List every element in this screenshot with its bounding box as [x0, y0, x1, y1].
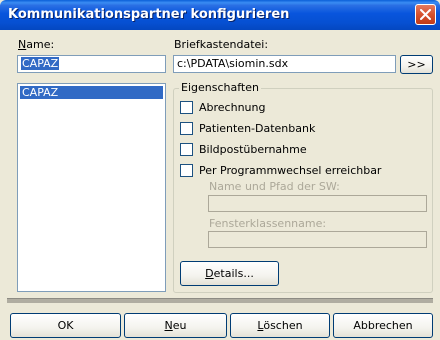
- name-label-mnemonic: N: [18, 38, 27, 51]
- new-mnemonic: N: [164, 319, 173, 332]
- program-switch-checkbox-label: Per Programmwechsel erreichbar: [199, 164, 382, 177]
- list-item[interactable]: CAPAZ: [20, 86, 163, 99]
- close-button[interactable]: [415, 4, 436, 25]
- cancel-button-label: Abbrechen: [353, 319, 413, 332]
- name-label: Name:: [18, 38, 54, 51]
- list-item-label: CAPAZ: [22, 86, 59, 99]
- mailbox-file-input[interactable]: c:\PDATA\siomin.sdx: [173, 55, 396, 73]
- mailbox-file-label: Briefkastendatei:: [174, 38, 269, 51]
- billing-checkbox-label: Abrechnung: [199, 101, 266, 114]
- checkbox-program-switch[interactable]: Per Programmwechsel erreichbar: [180, 164, 381, 177]
- delete-button[interactable]: Löschen: [230, 313, 330, 338]
- name-label-text: ame:: [26, 38, 55, 51]
- new-button-label: Neu: [165, 319, 187, 332]
- billing-checkbox-box[interactable]: [180, 101, 193, 114]
- checkbox-billing[interactable]: Abrechnung: [180, 101, 265, 114]
- checkbox-image-mail-import[interactable]: Bildpostübernahme: [180, 143, 307, 156]
- properties-group-title: Eigenschaften: [179, 81, 261, 94]
- patient-database-checkbox-box[interactable]: [180, 122, 193, 135]
- new-button[interactable]: Neu: [124, 313, 227, 338]
- partner-list[interactable]: CAPAZ: [17, 83, 166, 292]
- ok-button[interactable]: OK: [10, 313, 121, 338]
- browse-button[interactable]: >>: [400, 55, 433, 74]
- cancel-button[interactable]: Abbrechen: [333, 313, 433, 338]
- program-switch-checkbox-box[interactable]: [180, 164, 193, 177]
- name-input[interactable]: CAPAZ: [17, 55, 166, 73]
- mailbox-file-value: c:\PDATA\siomin.sdx: [177, 57, 289, 70]
- close-icon: [420, 9, 431, 20]
- delete-button-label: Löschen: [257, 319, 302, 332]
- name-input-value: CAPAZ: [21, 57, 60, 70]
- details-button-label: Details...: [205, 267, 254, 280]
- browse-button-label: >>: [407, 58, 426, 71]
- ok-button-label: OK: [57, 319, 74, 332]
- window-title: Kommunikationspartner konfigurieren: [8, 7, 290, 22]
- details-mnemonic: D: [205, 267, 214, 280]
- title-bar[interactable]: Kommunikationspartner konfigurieren: [0, 0, 440, 30]
- details-button[interactable]: Details...: [180, 261, 279, 286]
- separator: [7, 298, 433, 303]
- image-mail-import-checkbox-label: Bildpostübernahme: [199, 143, 307, 156]
- sw-path-label: Name und Pfad der SW:: [209, 180, 340, 193]
- sw-path-input: [208, 195, 427, 212]
- window-class-input: [208, 231, 427, 248]
- dialog-window: Kommunikationspartner konfigurieren Name…: [0, 0, 440, 340]
- patient-database-checkbox-label: Patienten-Datenbank: [199, 122, 316, 135]
- window-class-label: Fensterklassenname:: [209, 217, 327, 230]
- delete-rest: öschen: [263, 319, 303, 332]
- checkbox-patient-database[interactable]: Patienten-Datenbank: [180, 122, 315, 135]
- new-rest: eu: [172, 319, 187, 332]
- details-rest: etails...: [213, 267, 254, 280]
- image-mail-import-checkbox-box[interactable]: [180, 143, 193, 156]
